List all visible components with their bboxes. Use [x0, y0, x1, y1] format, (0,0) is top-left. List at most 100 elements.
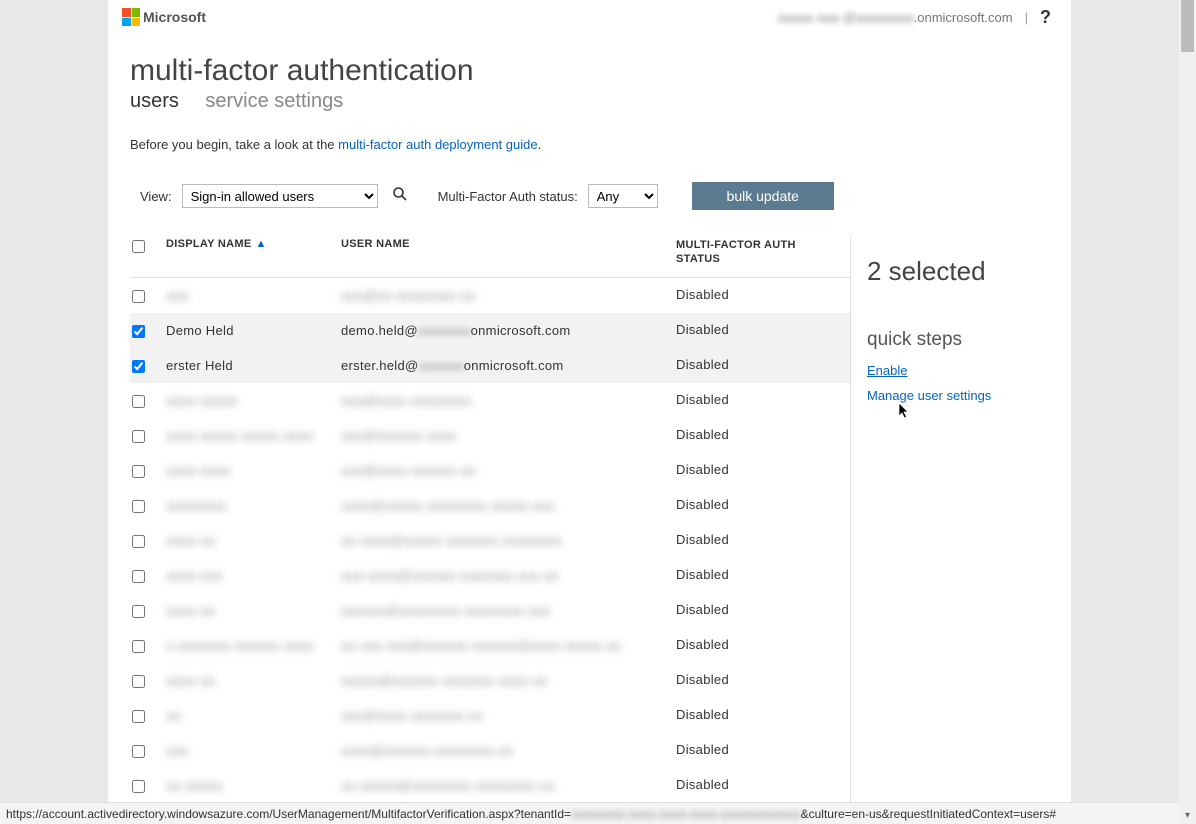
- row-checkbox[interactable]: [132, 605, 145, 618]
- table-row[interactable]: aaaaa@aaaa aaaaaaa aaDisabled: [130, 698, 850, 733]
- mfa-status-cell: Disabled: [676, 777, 836, 794]
- mfa-status-cell: Disabled: [676, 287, 836, 304]
- user-name-cell: aaa@aaaa aaaaaaa aa: [341, 708, 676, 723]
- display-name-cell: erster Held: [166, 358, 341, 373]
- tab-service-settings[interactable]: service settings: [205, 90, 343, 112]
- help-icon[interactable]: ?: [1040, 7, 1051, 28]
- user-name-cell: aaa@aa aaaaaaaa aa: [341, 288, 676, 303]
- row-checkbox[interactable]: [132, 290, 145, 303]
- manage-user-settings-link[interactable]: Manage user settings: [867, 388, 1049, 403]
- deployment-guide-link[interactable]: multi-factor auth deployment guide: [338, 137, 537, 152]
- microsoft-logo-icon: [122, 8, 140, 26]
- display-name-cell: aaaa aa: [166, 603, 341, 618]
- mfa-status-cell: Disabled: [676, 637, 836, 654]
- scroll-down-icon[interactable]: ▾: [1179, 807, 1196, 824]
- table-row[interactable]: aaaa aaaaaaa@aaaaaa aaaaaaa aaaa aaDisab…: [130, 663, 850, 698]
- quick-steps-panel: 2 selected quick steps Enable Manage use…: [850, 238, 1049, 803]
- table-row[interactable]: aaaaaaaaaaaa@aaaaa aaaaaaaa aaaaa aaaDis…: [130, 488, 850, 523]
- select-all-checkbox[interactable]: [132, 240, 145, 253]
- row-checkbox-cell: [132, 568, 166, 583]
- user-email: aaaaa aaa @aaaaaaaa.onmicrosoft.com: [778, 10, 1013, 25]
- row-checkbox[interactable]: [132, 465, 145, 478]
- column-user-name[interactable]: USER NAME: [341, 238, 676, 250]
- mfa-status-cell: Disabled: [676, 567, 836, 584]
- display-name-cell: aa: [166, 708, 341, 723]
- row-checkbox-cell: [132, 673, 166, 688]
- table-row[interactable]: a aaaaaaa aaaaaa aaaaaa aaa aaa@aaaaaa a…: [130, 628, 850, 663]
- table-row[interactable]: erster Helderster.held@aaaaaaonmicrosoft…: [130, 348, 850, 383]
- table-row[interactable]: aaaa aaaaa aaaaa aaaaaaa@aaaaaa aaaaDisa…: [130, 418, 850, 453]
- row-checkbox[interactable]: [132, 535, 145, 548]
- row-checkbox-cell: [132, 533, 166, 548]
- display-name-cell: aaaa aaaaa aaaaa aaaa: [166, 428, 341, 443]
- table-row[interactable]: aaaa aaaaaa aaaa@aaaaaa aaaaaaa aaa aaDi…: [130, 558, 850, 593]
- table-body: aaaaaa@aa aaaaaaaa aaDisabledDemo Heldde…: [130, 278, 850, 803]
- display-name-cell: a aaaaaaa aaaaaa aaaa: [166, 638, 341, 653]
- display-name-cell: aaaa aaaa: [166, 463, 341, 478]
- selection-count: 2 selected: [867, 256, 1049, 287]
- column-mfa-status[interactable]: MULTI-FACTOR AUTH STATUS: [676, 238, 836, 267]
- display-name-cell: aaaa aa: [166, 533, 341, 548]
- row-checkbox[interactable]: [132, 710, 145, 723]
- table-row[interactable]: aaaa aaaaaaaa@aaaa aaaaaaaaDisabled: [130, 383, 850, 418]
- row-checkbox-cell: [132, 743, 166, 758]
- header-bar: Microsoft aaaaa aaa @aaaaaaaa.onmicrosof…: [108, 0, 1071, 34]
- row-checkbox[interactable]: [132, 570, 145, 583]
- header-right: aaaaa aaa @aaaaaaaa.onmicrosoft.com | ?: [778, 7, 1051, 28]
- row-checkbox-cell: [132, 778, 166, 793]
- row-checkbox[interactable]: [132, 395, 145, 408]
- row-checkbox[interactable]: [132, 780, 145, 793]
- table-row[interactable]: Demo Helddemo.held@aaaaaaaonmicrosoft.co…: [130, 313, 850, 348]
- row-checkbox[interactable]: [132, 325, 145, 338]
- row-checkbox[interactable]: [132, 430, 145, 443]
- table-row[interactable]: aa aaaaaaa aaaaa@aaaaaaaa aaaaaaaa aaDis…: [130, 768, 850, 803]
- intro-text: Before you begin, take a look at the mul…: [130, 137, 1049, 152]
- quick-steps-title: quick steps: [867, 329, 1049, 351]
- user-name-cell: aaa@aaaa aaaaaa aa: [341, 463, 676, 478]
- display-name-cell: aaaa aaaaa: [166, 393, 341, 408]
- mfa-status-cell: Disabled: [676, 707, 836, 724]
- row-checkbox-cell: [132, 498, 166, 513]
- row-checkbox-cell: [132, 638, 166, 653]
- main-window: Microsoft aaaaa aaa @aaaaaaaa.onmicrosof…: [108, 0, 1071, 824]
- mfa-status-cell: Disabled: [676, 497, 836, 514]
- microsoft-logo: Microsoft: [122, 8, 206, 26]
- row-checkbox[interactable]: [132, 360, 145, 373]
- scrollbar-thumb[interactable]: [1181, 0, 1194, 52]
- user-name-cell: demo.held@aaaaaaaonmicrosoft.com: [341, 323, 676, 338]
- table-row[interactable]: aaaa aaaaaaaa@aaaaaaaa aaaaaaaa aaaDisab…: [130, 593, 850, 628]
- row-checkbox-cell: [132, 288, 166, 303]
- user-name-cell: erster.held@aaaaaaonmicrosoft.com: [341, 358, 676, 373]
- bulk-update-button[interactable]: bulk update: [692, 182, 834, 210]
- mfa-status-cell: Disabled: [676, 672, 836, 689]
- row-checkbox-cell: [132, 463, 166, 478]
- header-separator: |: [1025, 10, 1028, 25]
- table-row[interactable]: aaaa aaaa aaaa@aaaaa aaaaaaa aaaaaaaaDis…: [130, 523, 850, 558]
- display-name-cell: aaa: [166, 288, 341, 303]
- row-checkbox[interactable]: [132, 745, 145, 758]
- tab-users[interactable]: users: [130, 90, 179, 112]
- search-icon[interactable]: [392, 186, 408, 207]
- view-select[interactable]: Sign-in allowed users: [182, 184, 378, 208]
- table-row[interactable]: aaaa aaaaaaa@aaaa aaaaaa aaDisabled: [130, 453, 850, 488]
- mfa-status-cell: Disabled: [676, 742, 836, 759]
- row-checkbox[interactable]: [132, 500, 145, 513]
- row-checkbox[interactable]: [132, 640, 145, 653]
- view-label: View:: [140, 189, 172, 204]
- mfa-status-cell: Disabled: [676, 357, 836, 374]
- mfa-status-cell: Disabled: [676, 322, 836, 339]
- select-all-cell: [132, 238, 166, 253]
- browser-status-bar: https://account.activedirectory.windowsa…: [0, 802, 1179, 824]
- enable-link[interactable]: Enable: [867, 363, 1049, 378]
- mfa-status-cell: Disabled: [676, 392, 836, 409]
- user-name-cell: aaaa@aaaaaa aaaaaaaa aa: [341, 743, 676, 758]
- column-display-name[interactable]: DISPLAY NAME ▲: [166, 238, 341, 250]
- microsoft-logo-text: Microsoft: [143, 9, 206, 25]
- filter-bar: View: Sign-in allowed users Multi-Factor…: [130, 182, 1049, 210]
- vertical-scrollbar[interactable]: ▾: [1179, 0, 1196, 824]
- mfa-status-select[interactable]: Any: [588, 184, 658, 208]
- display-name-cell: aaaa aa: [166, 673, 341, 688]
- table-row[interactable]: aaaaaa@aa aaaaaaaa aaDisabled: [130, 278, 850, 313]
- row-checkbox[interactable]: [132, 675, 145, 688]
- table-row[interactable]: aaaaaaa@aaaaaa aaaaaaaa aaDisabled: [130, 733, 850, 768]
